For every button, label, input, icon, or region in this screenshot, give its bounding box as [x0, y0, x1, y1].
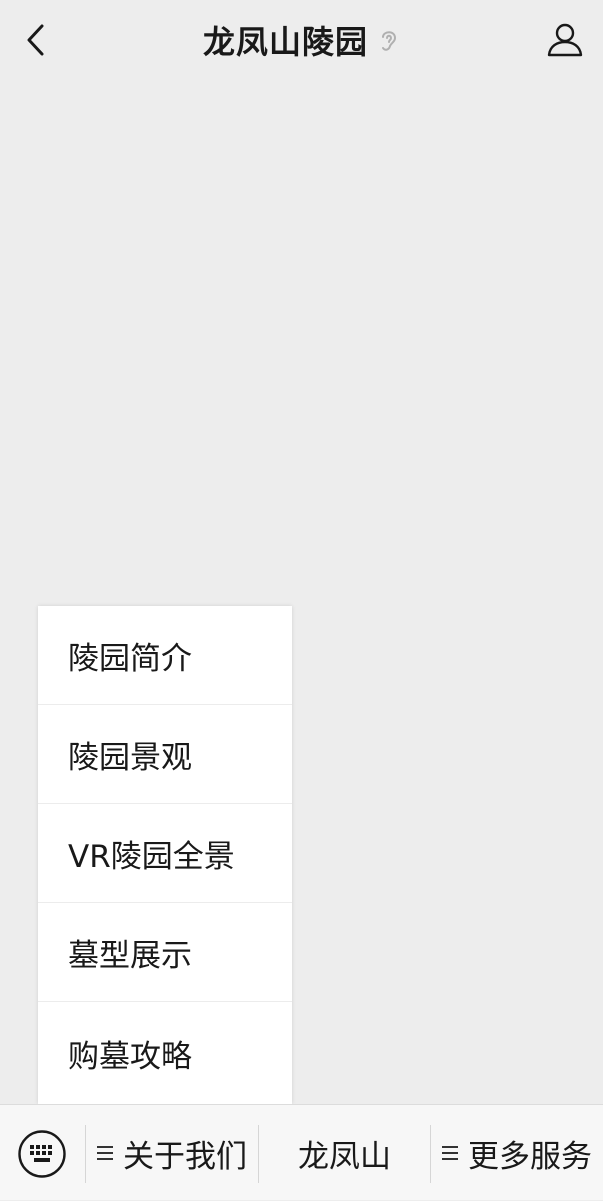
keyboard-toggle-button[interactable] [17, 1129, 67, 1179]
menu-about-us[interactable]: 关于我们 [86, 1105, 258, 1201]
submenu-popup: 陵园简介 陵园景观 VR陵园全景 墓型展示 购墓攻略 [38, 606, 292, 1104]
ear-icon [378, 27, 400, 53]
submenu-item-purchase-guide[interactable]: 购墓攻略 [38, 1002, 292, 1104]
menu-longfengshan[interactable]: 龙凤山 [259, 1105, 430, 1201]
menu-about-us-label: 关于我们 [123, 1138, 247, 1175]
menu-icon [442, 1142, 458, 1164]
title-area: 龙凤山陵园 [0, 0, 603, 80]
submenu-item-cemetery-intro[interactable]: 陵园简介 [38, 606, 292, 705]
menu-more-services-label: 更多服务 [468, 1138, 592, 1175]
menu-more-services[interactable]: 更多服务 [431, 1105, 603, 1201]
menu-icon [97, 1142, 113, 1164]
top-nav-bar: 龙凤山陵园 [0, 0, 603, 80]
profile-button[interactable] [541, 16, 589, 64]
page-title: 龙凤山陵园 [202, 23, 368, 61]
menu-longfengshan-label: 龙凤山 [298, 1138, 391, 1175]
bottom-menu-bar: 关于我们 龙凤山 更多服务 [0, 1104, 603, 1200]
user-icon [547, 23, 583, 57]
submenu-item-tomb-types[interactable]: 墓型展示 [38, 903, 292, 1002]
submenu-item-vr-panorama[interactable]: VR陵园全景 [38, 804, 292, 903]
submenu-item-cemetery-scenery[interactable]: 陵园景观 [38, 705, 292, 804]
keyboard-icon [18, 1130, 66, 1178]
